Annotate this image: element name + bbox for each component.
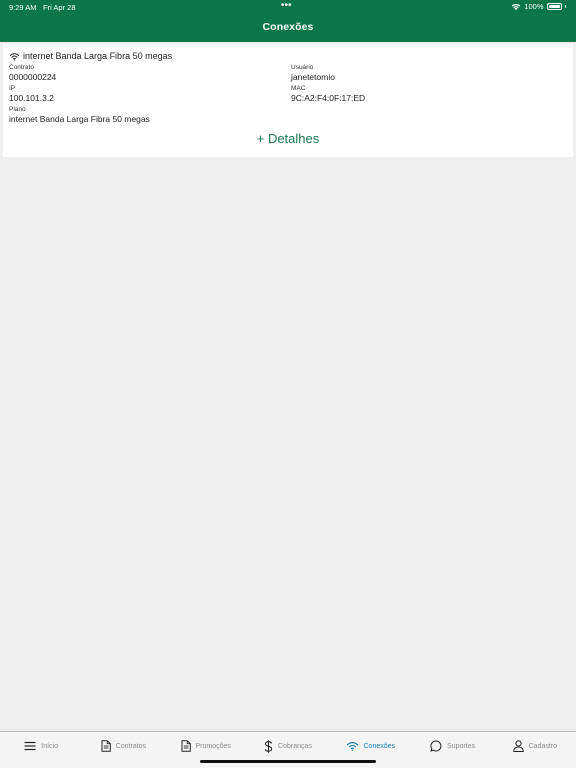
tab-conexoes[interactable]: Conexões	[329, 732, 411, 760]
status-bar: 9:29 AM Fri Apr 28 ••• 100%	[0, 0, 576, 14]
plan-label: Plano	[9, 106, 26, 113]
home-indicator[interactable]	[200, 760, 376, 763]
document-icon	[101, 740, 111, 752]
wifi-status-icon	[511, 3, 521, 11]
tab-suportes[interactable]: Suportes	[411, 732, 493, 760]
contract-field: Contrato 0000000224	[9, 64, 56, 82]
dollar-icon	[264, 739, 273, 753]
connection-card: internet Banda Larga Fibra 50 megas Cont…	[3, 44, 573, 157]
tab-promocoes[interactable]: Promoções	[165, 732, 247, 760]
ip-field: IP 100.101.3.2	[9, 85, 54, 103]
connection-title: internet Banda Larga Fibra 50 megas	[23, 51, 173, 61]
user-field: Usuário janetetomio	[291, 64, 335, 82]
tab-contratos[interactable]: Contratos	[82, 732, 164, 760]
mac-label: MAC	[291, 85, 306, 92]
tab-cadastro[interactable]: Cadastro	[494, 732, 576, 760]
multitasking-dots[interactable]: •••	[281, 0, 292, 11]
contract-value: 0000000224	[9, 72, 57, 82]
tab-label-cadastro: Cadastro	[528, 742, 558, 750]
tab-label-inicio: Início	[41, 742, 58, 750]
document-icon	[181, 740, 191, 752]
tab-label-promocoes: Promoções	[195, 742, 231, 750]
chat-icon	[430, 740, 442, 752]
mac-value: 9C:A2:F4:0F:17:ED	[291, 93, 366, 103]
tab-label-contratos: Contratos	[115, 742, 147, 750]
tab-inicio[interactable]: Início	[0, 732, 82, 760]
status-time: 9:29 AM	[9, 3, 37, 12]
status-right: 100%	[511, 2, 566, 11]
details-button[interactable]: + Detalhes	[3, 131, 573, 146]
user-label: Usuário	[291, 64, 314, 71]
status-date: Fri Apr 28	[43, 3, 76, 12]
battery-percentage: 100%	[524, 2, 544, 11]
menu-icon	[24, 741, 36, 751]
person-icon	[512, 740, 524, 752]
tab-cobrancas[interactable]: Cobranças	[247, 732, 329, 760]
wifi-icon	[346, 741, 359, 751]
wifi-icon	[9, 52, 20, 61]
page-title: Conexões	[262, 21, 314, 33]
battery-icon	[546, 3, 562, 10]
ip-value: 100.101.3.2	[9, 93, 54, 103]
app-header: 9:29 AM Fri Apr 28 ••• 100% Conexões	[0, 0, 576, 42]
battery-fill	[548, 5, 560, 8]
user-value: janetetomio	[291, 72, 335, 82]
plan-value: internet Banda Larga Fibra 50 megas	[9, 114, 150, 124]
tab-label-conexoes: Conexões	[363, 742, 396, 750]
ip-label: IP	[9, 85, 16, 92]
connection-title-row: internet Banda Larga Fibra 50 megas	[9, 51, 172, 61]
battery-tip	[564, 5, 566, 8]
mac-field: MAC 9C:A2:F4:0F:17:ED	[291, 85, 365, 103]
tab-label-cobrancas: Cobranças	[278, 742, 312, 750]
tab-label-suportes: Suportes	[447, 742, 476, 750]
plan-field: Plano internet Banda Larga Fibra 50 mega…	[9, 106, 150, 124]
contract-label: Contrato	[9, 64, 34, 71]
